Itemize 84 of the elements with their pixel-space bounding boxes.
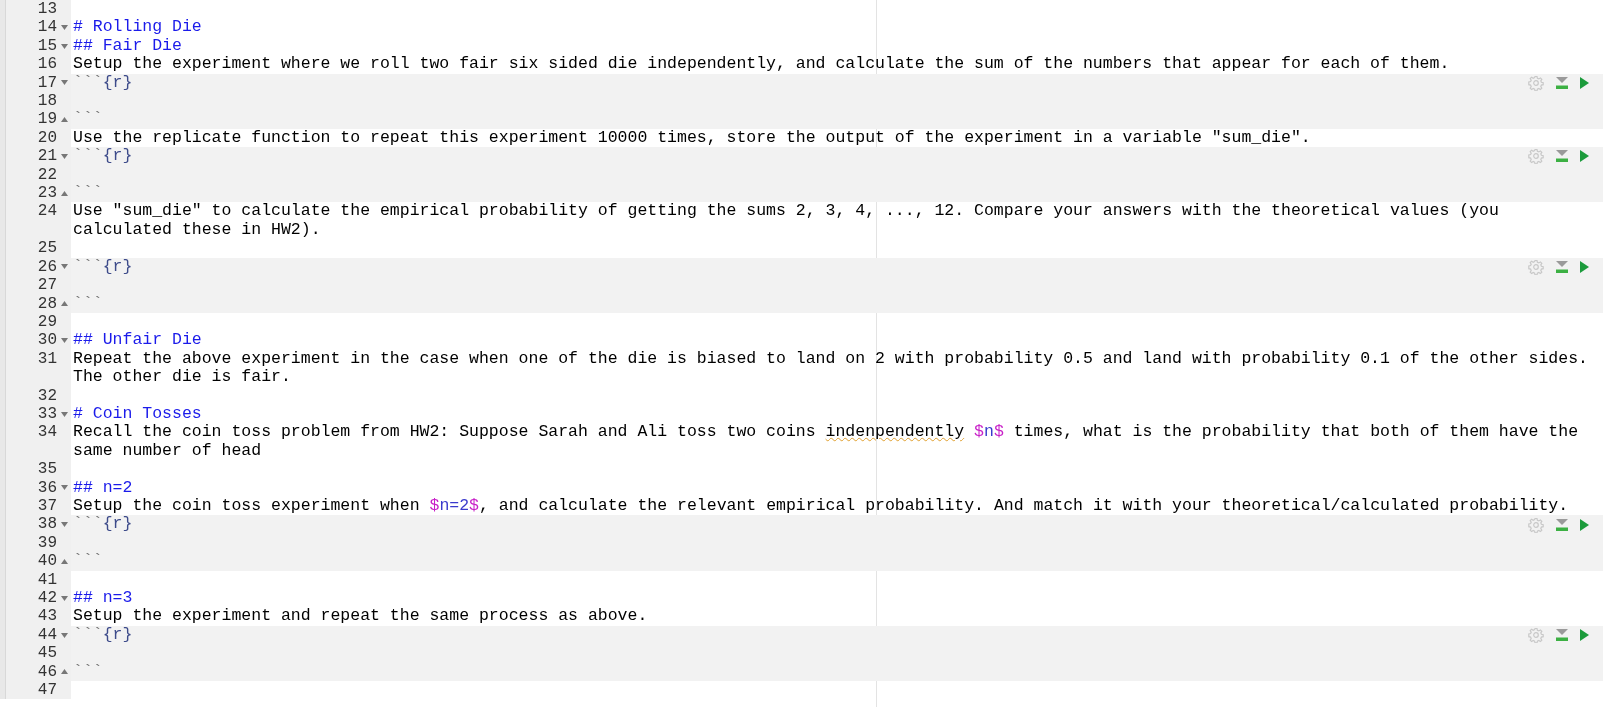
fold-arrow-icon[interactable] <box>60 522 68 528</box>
code-line: Repeat the above experiment in the case when one of the die is biased to land on 2 with probability 0.5 and land with probability 0.1 of the other sides. The other die is fair. <box>73 349 1589 387</box>
line-number: 46 <box>37 662 57 682</box>
run-above-icon[interactable] <box>1555 517 1569 532</box>
line-number: 32 <box>37 386 57 405</box>
line-number: 30 <box>37 331 57 350</box>
code-line: ``` <box>73 552 103 571</box>
fold-arrow-icon[interactable] <box>60 301 68 307</box>
line-number: 45 <box>37 644 57 663</box>
line-number: 19 <box>37 110 57 129</box>
line-number: 39 <box>37 533 57 553</box>
line-number: 43 <box>37 607 57 626</box>
line-number: 25 <box>37 239 57 258</box>
fold-arrow-icon[interactable] <box>60 190 68 196</box>
line-number: 14 <box>37 18 57 37</box>
code-line: ```{r} <box>73 257 133 277</box>
fold-arrow-icon[interactable] <box>60 632 68 638</box>
fold-arrow-icon[interactable] <box>60 25 68 31</box>
line-number: 18 <box>37 92 57 111</box>
run-above-icon[interactable] <box>1555 628 1569 642</box>
line-number: 33 <box>37 404 57 424</box>
code-line: ```{r} <box>73 625 133 645</box>
code-line: ## n=2 <box>73 478 133 497</box>
line-number: 42 <box>37 589 57 608</box>
run-icon[interactable] <box>1580 260 1589 273</box>
line-number: 31 <box>37 349 57 369</box>
code-line: Use "sum_die" to calculate the empirical probability of getting the sums 2, 3, 4, ..., 12. Compare your answers with the theoretical values (you calculated these in HW2). <box>73 202 1500 240</box>
fold-arrow-icon[interactable] <box>60 411 68 417</box>
code-line: ```{r} <box>73 73 133 93</box>
line-number: 26 <box>37 257 57 277</box>
run-icon[interactable] <box>1580 150 1589 163</box>
line-number: 29 <box>37 312 57 332</box>
fold-arrow-icon[interactable] <box>60 669 68 675</box>
run-above-icon[interactable] <box>1555 75 1569 90</box>
code-line: ``` <box>73 184 103 203</box>
line-number: 15 <box>37 36 57 56</box>
code-line: # Rolling Die <box>73 18 202 37</box>
run-icon[interactable] <box>1580 76 1589 89</box>
code-line: ``` <box>73 294 103 313</box>
line-number: 22 <box>37 165 57 185</box>
line-number: 47 <box>37 681 57 700</box>
code-line: ```{r} <box>73 515 133 534</box>
fold-arrow-icon[interactable] <box>60 485 68 491</box>
code-line: Setup the experiment and repeat the same process as above. <box>73 607 648 626</box>
run-above-icon[interactable] <box>1555 259 1569 274</box>
code-line: Use the replicate function to repeat this experiment 10000 times, store the output of the experiment in a variable "sum_die". <box>73 128 1311 148</box>
fold-arrow-icon[interactable] <box>60 117 68 123</box>
fold-arrow-icon[interactable] <box>60 558 68 564</box>
line-number: 34 <box>37 423 57 442</box>
fold-arrow-icon[interactable] <box>60 43 68 49</box>
line-number: 41 <box>37 570 57 589</box>
code-line: Recall the coin toss problem from HW2: Suppose Sarah and Ali toss two coins indenpendently $n$ times, what is the probability that both of them have the same number of head <box>73 423 1580 461</box>
line-number: 37 <box>37 496 57 516</box>
line-number: 27 <box>37 276 57 295</box>
line-number: 36 <box>37 478 57 497</box>
line-number: 35 <box>37 460 57 479</box>
run-icon[interactable] <box>1580 518 1589 531</box>
code-line: ```{r} <box>73 147 133 166</box>
line-number: 40 <box>37 552 57 571</box>
line-number: 24 <box>37 202 57 221</box>
fold-arrow-icon[interactable] <box>60 153 68 159</box>
fold-arrow-icon[interactable] <box>60 80 68 86</box>
line-number: 44 <box>37 625 57 645</box>
line-number: 13 <box>37 0 57 19</box>
line-number: 17 <box>37 73 57 93</box>
code-line: ``` <box>73 110 103 129</box>
run-above-icon[interactable] <box>1555 149 1569 164</box>
code-line: ## Unfair Die <box>73 331 202 350</box>
run-icon[interactable] <box>1580 629 1589 641</box>
line-number: 20 <box>37 128 57 148</box>
line-number: 23 <box>37 184 57 203</box>
code-line: Setup the experiment where we roll two fair six sided die independently, and calculate the sum of the numbers that appear for each of them. <box>73 55 1450 74</box>
code-line: ## n=3 <box>73 589 133 608</box>
fold-arrow-icon[interactable] <box>60 264 68 270</box>
line-number: 38 <box>37 515 57 534</box>
code-line: # Coin Tosses <box>73 404 202 424</box>
line-number: 21 <box>37 147 57 166</box>
fold-arrow-icon[interactable] <box>60 595 68 601</box>
code-line: ## Fair Die <box>73 36 182 56</box>
code-line: ``` <box>73 662 103 682</box>
line-number: 28 <box>37 294 57 313</box>
fold-arrow-icon[interactable] <box>60 338 68 343</box>
line-number: 16 <box>37 55 57 74</box>
code-line: Setup the coin toss experiment when $n=2$, and calculate the relevant empirical probability. And match it with your theoretical/calculated probability. <box>73 496 1569 516</box>
